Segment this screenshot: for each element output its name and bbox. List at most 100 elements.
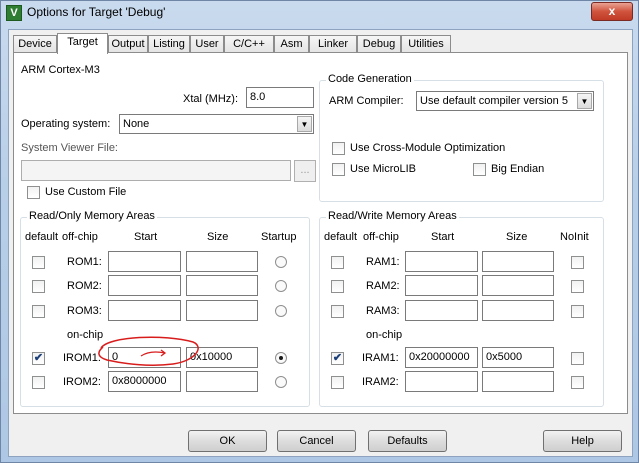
tab-asm[interactable]: Asm — [274, 35, 309, 53]
iram2-start-input[interactable] — [405, 371, 478, 392]
cross-module-label: Use Cross-Module Optimization — [350, 142, 506, 154]
ram-header-start: Start — [431, 231, 455, 243]
iram2-size-input[interactable] — [482, 371, 554, 392]
ram-header-size: Size — [506, 231, 528, 243]
iram1-size-input[interactable]: 0x5000 — [482, 347, 554, 368]
ok-button[interactable]: OK — [188, 430, 267, 452]
big-endian-label: Big Endian — [491, 163, 545, 175]
defaults-button[interactable]: Defaults — [368, 430, 447, 452]
ram-header-default: default — [324, 231, 358, 243]
rom2-size-input[interactable] — [186, 275, 258, 296]
tab-linker[interactable]: Linker — [309, 35, 357, 53]
rom-header-startup: Startup — [261, 231, 297, 243]
compiler-dropdown[interactable]: Use default compiler version 5 ▼ — [416, 91, 594, 111]
rom1-default-checkbox[interactable] — [32, 256, 45, 269]
iram1-start-input[interactable]: 0x20000000 — [405, 347, 478, 368]
custom-file-label: Use Custom File — [45, 186, 127, 198]
os-value: None — [123, 118, 150, 130]
rom-header-start: Start — [134, 231, 158, 243]
rom2-start-input[interactable] — [108, 275, 181, 296]
rom1-label: ROM1: — [67, 256, 102, 268]
iram2-noinit-checkbox[interactable] — [571, 376, 584, 389]
ram1-default-checkbox[interactable] — [331, 256, 344, 269]
cross-module-checkbox[interactable] — [332, 142, 345, 155]
rom1-startup-radio[interactable] — [275, 256, 287, 268]
rom3-startup-radio[interactable] — [275, 305, 287, 317]
title-bar[interactable]: V Options for Target 'Debug' x — [1, 1, 638, 25]
ram-header-noinit: NoInit — [560, 231, 589, 243]
device-name-label: ARM Cortex-M3 — [21, 64, 100, 76]
ram2-noinit-checkbox[interactable] — [571, 280, 584, 293]
ram3-label: RAM3: — [366, 305, 400, 317]
tab-c-cpp[interactable]: C/C++ — [224, 35, 274, 53]
tab-target[interactable]: Target — [57, 33, 108, 54]
ram2-label: RAM2: — [366, 280, 400, 292]
iram1-default-checkbox[interactable]: ✔ — [331, 352, 344, 365]
ram3-default-checkbox[interactable] — [331, 305, 344, 318]
tab-output[interactable]: Output — [108, 35, 148, 53]
dialog-body: Device Target Output Listing User C/C++ … — [8, 29, 633, 457]
irom2-label: IROM2: — [63, 376, 101, 388]
window-title: Options for Target 'Debug' — [27, 5, 166, 19]
ram3-noinit-checkbox[interactable] — [571, 305, 584, 318]
ram-onchip-label: on-chip — [366, 329, 403, 341]
dialog-window: V Options for Target 'Debug' x Device Ta… — [0, 0, 639, 463]
rom2-label: ROM2: — [67, 280, 102, 292]
os-label: Operating system: — [21, 118, 111, 130]
irom2-start-input[interactable]: 0x8000000 — [108, 371, 181, 392]
ram1-noinit-checkbox[interactable] — [571, 256, 584, 269]
iram2-default-checkbox[interactable] — [331, 376, 344, 389]
browse-button[interactable]: ... — [294, 160, 316, 182]
rom3-size-input[interactable] — [186, 300, 258, 321]
big-endian-checkbox[interactable] — [473, 163, 486, 176]
tab-user[interactable]: User — [190, 35, 224, 53]
rom2-startup-radio[interactable] — [275, 280, 287, 292]
help-button[interactable]: Help — [543, 430, 622, 452]
ram2-size-input[interactable] — [482, 275, 554, 296]
tab-listing[interactable]: Listing — [148, 35, 190, 53]
red-annotation-circle — [98, 336, 199, 366]
rom-header-default: default — [25, 231, 59, 243]
ram2-default-checkbox[interactable] — [331, 280, 344, 293]
ram-header-offchip: off-chip — [363, 231, 399, 243]
tab-debug[interactable]: Debug — [357, 35, 401, 53]
rom3-start-input[interactable] — [108, 300, 181, 321]
microlib-checkbox[interactable] — [332, 163, 345, 176]
tab-utilities[interactable]: Utilities — [401, 35, 451, 53]
rom2-default-checkbox[interactable] — [32, 280, 45, 293]
ram3-size-input[interactable] — [482, 300, 554, 321]
svf-label: System Viewer File: — [21, 142, 118, 154]
os-dropdown[interactable]: None ▼ — [119, 114, 314, 134]
iram1-label: IRAM1: — [362, 352, 399, 364]
ram3-start-input[interactable] — [405, 300, 478, 321]
xtal-input[interactable]: 8.0 — [246, 87, 314, 108]
iram2-label: IRAM2: — [362, 376, 399, 388]
cancel-button[interactable]: Cancel — [277, 430, 356, 452]
irom2-default-checkbox[interactable] — [32, 376, 45, 389]
chevron-down-icon[interactable]: ▼ — [577, 93, 592, 109]
iram1-noinit-checkbox[interactable] — [571, 352, 584, 365]
compiler-value: Use default compiler version 5 — [420, 95, 568, 107]
rom1-size-input[interactable] — [186, 251, 258, 272]
rom3-default-checkbox[interactable] — [32, 305, 45, 318]
irom1-startup-radio[interactable] — [275, 352, 287, 364]
ram1-label: RAM1: — [366, 256, 400, 268]
ram1-size-input[interactable] — [482, 251, 554, 272]
microlib-label: Use MicroLIB — [350, 163, 417, 175]
rom-header-size: Size — [207, 231, 229, 243]
ram1-start-input[interactable] — [405, 251, 478, 272]
tab-device[interactable]: Device — [13, 35, 57, 53]
irom2-size-input[interactable] — [186, 371, 258, 392]
svf-input[interactable] — [21, 160, 291, 181]
use-custom-file-checkbox[interactable] — [27, 186, 40, 199]
irom2-startup-radio[interactable] — [275, 376, 287, 388]
compiler-label: ARM Compiler: — [329, 95, 404, 107]
chevron-down-icon[interactable]: ▼ — [297, 116, 312, 132]
ram2-start-input[interactable] — [405, 275, 478, 296]
irom1-default-checkbox[interactable]: ✔ — [32, 352, 45, 365]
close-button[interactable]: x — [591, 2, 633, 21]
ram-areas-title: Read/Write Memory Areas — [326, 210, 459, 222]
code-generation-title: Code Generation — [326, 73, 414, 85]
xtal-label: Xtal (MHz): — [183, 93, 238, 105]
rom1-start-input[interactable] — [108, 251, 181, 272]
